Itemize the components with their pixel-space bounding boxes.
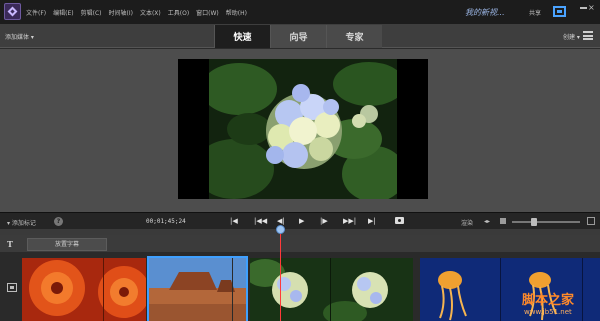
fullscreen-icon[interactable] bbox=[553, 6, 566, 17]
menu-help[interactable]: 帮助(H) bbox=[226, 8, 247, 17]
close-icon[interactable]: × bbox=[588, 3, 595, 12]
clip-desert-butte[interactable] bbox=[147, 256, 248, 321]
menu-window[interactable]: 窗口(W) bbox=[196, 8, 219, 17]
project-name: 我的新视... bbox=[465, 8, 505, 17]
mode-tabs: 快速 向导 专家 bbox=[214, 25, 382, 48]
play-icon[interactable]: ▶ bbox=[299, 217, 304, 225]
render-button[interactable]: 渲染 bbox=[461, 218, 473, 227]
menu-bar: 文件(F) 编辑(E) 剪辑(C) 时间轴(I) 文本(X) 工具(O) 窗口(… bbox=[26, 8, 247, 17]
video-preview[interactable] bbox=[178, 59, 428, 199]
title-bar: 文件(F) 编辑(E) 剪辑(C) 时间轴(I) 文本(X) 工具(O) 窗口(… bbox=[0, 0, 600, 24]
watermark-text: 脚本之家 bbox=[522, 293, 575, 308]
zoom-slider-thumb[interactable] bbox=[530, 218, 537, 226]
title-drop-zone[interactable]: 放置字幕 bbox=[27, 238, 107, 251]
monitor-panel bbox=[0, 49, 600, 212]
zoom-slider[interactable] bbox=[512, 218, 580, 226]
hydrangea-frame-image bbox=[209, 59, 397, 199]
playhead-line[interactable] bbox=[280, 228, 281, 321]
step-back-icon[interactable]: ◀| bbox=[277, 217, 285, 225]
menu-text[interactable]: 文本(X) bbox=[140, 8, 161, 17]
go-to-end-icon[interactable]: ▶| bbox=[368, 217, 376, 225]
tab-expert[interactable]: 专家 bbox=[326, 25, 382, 48]
menu-edit[interactable]: 编辑(E) bbox=[53, 8, 73, 17]
text-track-icon: T bbox=[7, 239, 13, 249]
panel-menu-icon[interactable] bbox=[583, 31, 593, 40]
menu-clip[interactable]: 剪辑(C) bbox=[81, 8, 102, 17]
zoom-in-icon[interactable] bbox=[587, 217, 595, 225]
playhead-handle[interactable] bbox=[276, 225, 285, 234]
transport-bar: 添加标记 ? 00;01;45;24 |◀ |◀◀ ◀| ▶ |▶ ▶▶| ▶|… bbox=[0, 212, 600, 229]
menu-tools[interactable]: 工具(O) bbox=[168, 8, 189, 17]
create-button[interactable]: 创建 bbox=[563, 32, 580, 41]
video-track bbox=[0, 253, 600, 321]
film-track-icon bbox=[7, 283, 17, 292]
add-media-button[interactable]: 添加媒体 bbox=[5, 32, 34, 41]
zoom-out-icon[interactable] bbox=[500, 218, 506, 224]
add-marker-button[interactable]: 添加标记 bbox=[7, 218, 36, 227]
previous-clip-icon[interactable]: |◀◀ bbox=[254, 217, 267, 225]
menu-file[interactable]: 文件(F) bbox=[26, 8, 46, 17]
watermark-url: www.jb51.net bbox=[524, 308, 572, 316]
step-forward-icon[interactable]: |▶ bbox=[320, 217, 328, 225]
camera-icon[interactable] bbox=[395, 217, 404, 224]
timecode-display: 00;01;45;24 bbox=[146, 218, 186, 225]
help-icon[interactable]: ? bbox=[54, 217, 63, 226]
share-button[interactable]: 共享 bbox=[529, 8, 541, 17]
title-track: T 放置字幕 bbox=[0, 235, 600, 253]
go-to-start-icon[interactable]: |◀ bbox=[230, 217, 238, 225]
tab-guided[interactable]: 向导 bbox=[270, 25, 326, 48]
clip-hydrangea[interactable] bbox=[250, 258, 413, 321]
clip-red-flower[interactable] bbox=[22, 258, 146, 321]
menu-timeline[interactable]: 时间轴(I) bbox=[109, 8, 133, 17]
app-logo-icon bbox=[4, 3, 21, 20]
next-clip-icon[interactable]: ▶▶| bbox=[343, 217, 356, 225]
fit-visible-icon[interactable]: ◂▸ bbox=[484, 218, 490, 225]
tab-quick[interactable]: 快速 bbox=[214, 25, 270, 48]
minimize-icon[interactable] bbox=[580, 7, 587, 9]
